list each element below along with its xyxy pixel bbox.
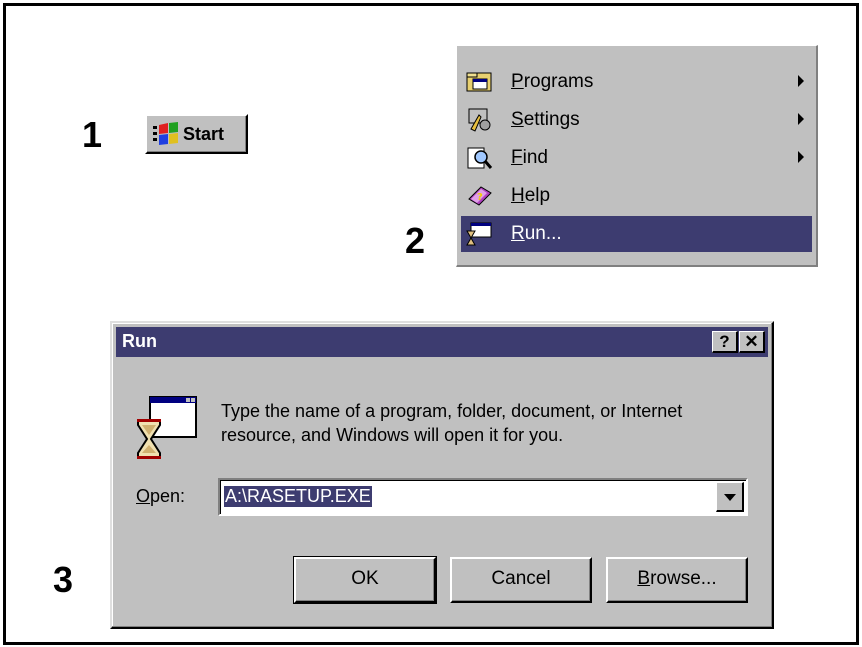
svg-text:?: ?: [477, 192, 483, 203]
chevron-down-icon: [724, 494, 736, 501]
submenu-arrow-icon: [798, 151, 804, 163]
dialog-titlebar[interactable]: Run ? ✕: [116, 327, 768, 357]
step-number-2: 2: [405, 220, 426, 261]
open-label: Open:: [136, 486, 186, 506]
find-magnifier-icon: [467, 147, 493, 169]
help-button[interactable]: ?: [712, 331, 738, 353]
close-button[interactable]: ✕: [739, 331, 765, 353]
cancel-button[interactable]: Cancel: [450, 557, 592, 603]
menu-item-run-label: Run...: [511, 223, 562, 244]
description-line-2: resource, and Windows will open it for y…: [221, 425, 564, 445]
programs-folder-icon: [466, 72, 492, 92]
open-input-value: A:\RASETUP.EXE: [224, 486, 372, 507]
run-program-icon: [137, 396, 197, 459]
dropdown-button[interactable]: [716, 482, 744, 512]
open-input[interactable]: A:\RASETUP.EXE: [218, 478, 748, 516]
step-number-3: 3: [53, 559, 74, 600]
menu-item-programs-label: Programs: [511, 71, 594, 92]
start-button-label: Start: [183, 123, 225, 144]
help-book-icon: ?: [468, 186, 492, 206]
step-number-1: 1: [82, 114, 103, 155]
start-menu: Programs Settings Find ? Help Run...: [456, 45, 818, 267]
description-line-1: Type the name of a program, folder, docu…: [221, 401, 683, 421]
run-dialog: Run ? ✕ Type the name of a program, fold…: [110, 321, 774, 629]
menu-item-find-label: Find: [511, 147, 548, 168]
dialog-title: Run: [122, 331, 157, 351]
menu-item-help-label: Help: [511, 185, 551, 206]
windows-logo-icon: [153, 122, 178, 145]
dialog-description: Type the name of a program, folder, docu…: [221, 399, 761, 447]
menu-item-run[interactable]: Run...: [461, 216, 812, 252]
start-button[interactable]: Start: [145, 114, 248, 154]
browse-button[interactable]: Browse...: [606, 557, 748, 603]
menu-item-settings-label: Settings: [511, 109, 580, 130]
settings-icon: [468, 108, 491, 132]
menu-item-find[interactable]: Find: [461, 140, 812, 176]
menu-item-help[interactable]: ? Help: [461, 178, 812, 214]
submenu-arrow-icon: [798, 113, 804, 125]
submenu-arrow-icon: [798, 75, 804, 87]
run-icon: [466, 222, 492, 246]
menu-item-programs[interactable]: Programs: [461, 64, 812, 100]
menu-item-settings[interactable]: Settings: [461, 102, 812, 138]
ok-button[interactable]: OK: [293, 556, 437, 604]
